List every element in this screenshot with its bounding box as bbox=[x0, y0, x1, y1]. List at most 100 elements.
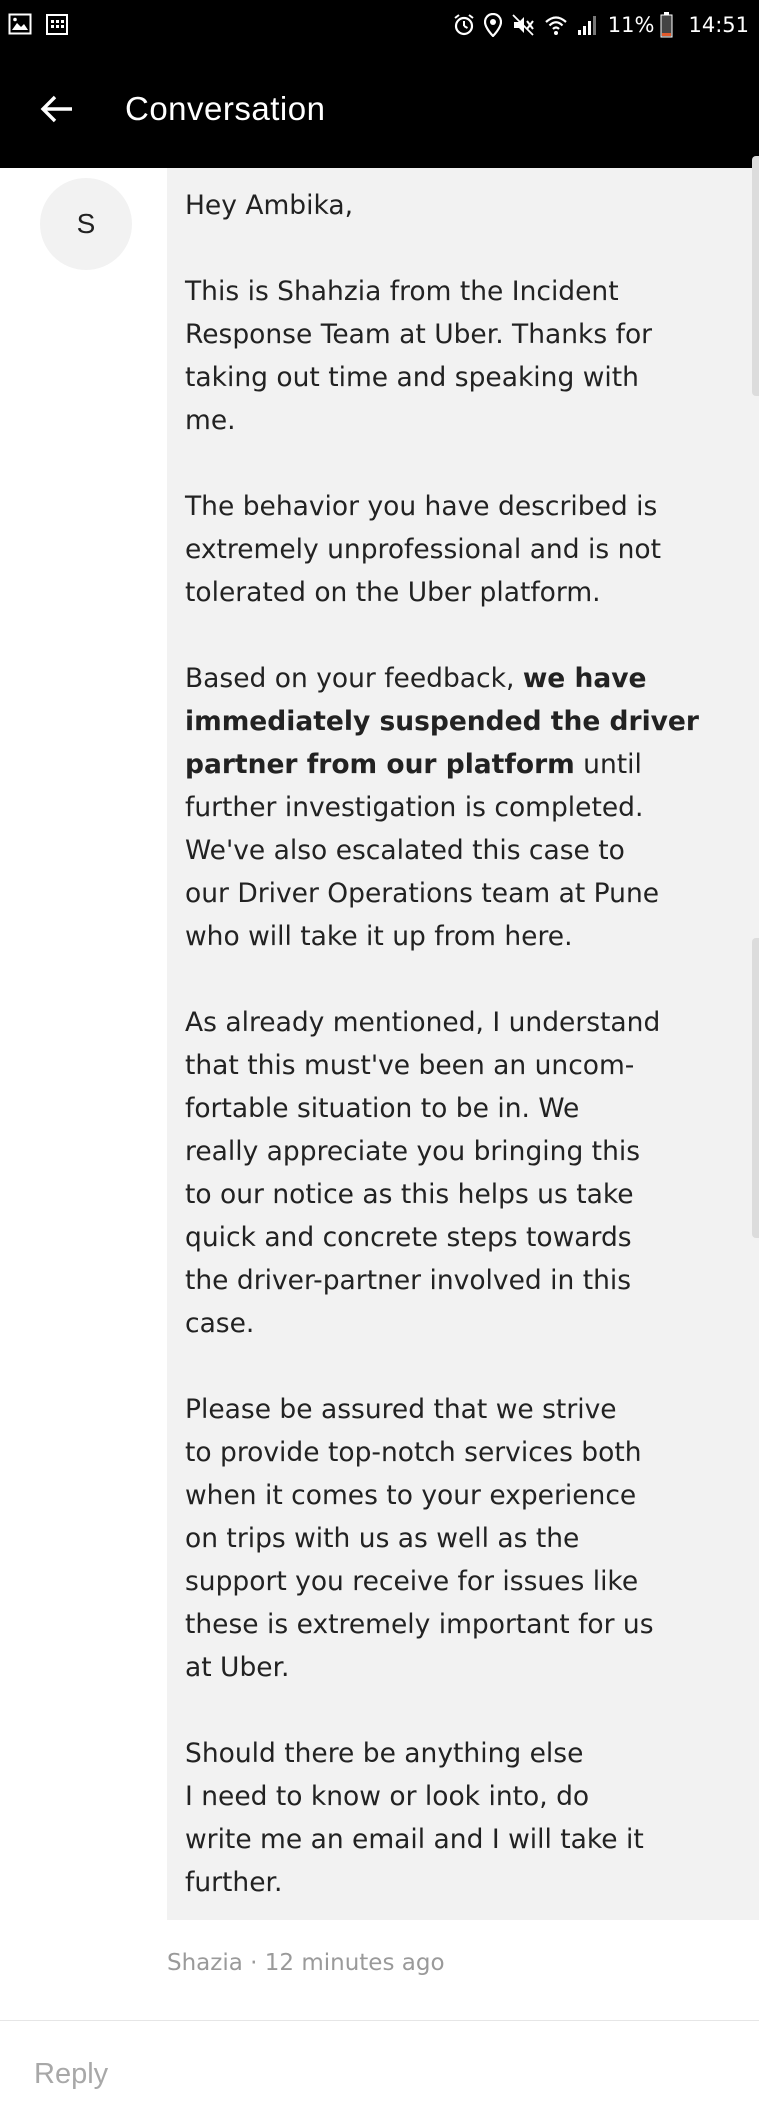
message-paragraph: Hey Ambika, bbox=[185, 184, 740, 227]
message-text: Should there be anything else bbox=[185, 1738, 584, 1769]
message-line: at Uber. bbox=[185, 1646, 740, 1689]
page-title: Conversation bbox=[125, 90, 326, 127]
status-bar: 11% 14:51 bbox=[0, 0, 759, 50]
message-text: Response Team at Uber. Thanks for bbox=[185, 319, 653, 350]
scrollbar-handle[interactable] bbox=[752, 156, 759, 396]
message-line: I need to know or look into, do bbox=[185, 1775, 740, 1818]
message-text: at Uber. bbox=[185, 1652, 290, 1683]
message-line: Response Team at Uber. Thanks for bbox=[185, 313, 740, 356]
alarm-icon bbox=[453, 13, 475, 37]
message-line: The behavior you have described is bbox=[185, 485, 740, 528]
status-bar-right: 11% 14:51 bbox=[453, 8, 749, 42]
message-text: This is Shahzia from the Incident bbox=[185, 276, 619, 307]
message-text: quick and concrete steps towards bbox=[185, 1222, 632, 1253]
message-line: quick and concrete steps towards bbox=[185, 1216, 740, 1259]
back-button[interactable] bbox=[32, 84, 82, 134]
message-line: really appreciate you bringing this bbox=[185, 1130, 740, 1173]
message-text: on trips with us as well as the bbox=[185, 1523, 580, 1554]
battery-icon bbox=[660, 12, 673, 38]
message-line: taking out time and speaking with bbox=[185, 356, 740, 399]
message-paragraph: Based on your feedback, we have immediate… bbox=[185, 657, 740, 958]
message-paragraph: This is Shahzia from the Incident Respons… bbox=[185, 270, 740, 442]
message-line: who will take it up from here. bbox=[185, 915, 740, 958]
message-text-bold: partner from our platform bbox=[185, 749, 575, 780]
message-line: Hey Ambika, bbox=[185, 184, 740, 227]
message-text: who will take it up from here. bbox=[185, 921, 573, 952]
message-line: tolerated on the Uber platform. bbox=[185, 571, 740, 614]
message-text: when it comes to your experience bbox=[185, 1480, 637, 1511]
message-line: write me an email and I will take it bbox=[185, 1818, 740, 1861]
message-text: that this must've been an uncom- bbox=[185, 1050, 635, 1081]
app-bar: Conversation bbox=[0, 50, 759, 168]
message-text: Based on your feedback, bbox=[185, 663, 523, 694]
wifi-icon bbox=[544, 13, 568, 37]
message-body: Hey Ambika, This is Shahzia from the Inci… bbox=[185, 184, 740, 1904]
reply-input[interactable] bbox=[32, 2047, 726, 2101]
message-line: partner from our platform until bbox=[185, 743, 740, 786]
message-line: our Driver Operations team at Pune bbox=[185, 872, 740, 915]
message-text: taking out time and speaking with bbox=[185, 362, 639, 393]
message-text: really appreciate you bringing this bbox=[185, 1136, 641, 1167]
message-line: case. bbox=[185, 1302, 740, 1345]
message-paragraph: As already mentioned, I understand that t… bbox=[185, 1001, 740, 1345]
signal-icon bbox=[577, 13, 599, 37]
message-text-bold: immediately suspended the driver bbox=[185, 706, 699, 737]
avatar-letter: S bbox=[76, 208, 96, 239]
message-text: to our notice as this helps us take bbox=[185, 1179, 634, 1210]
message-text: further investigation is completed. bbox=[185, 792, 644, 823]
message-text: case. bbox=[185, 1308, 255, 1339]
message-line: me. bbox=[185, 399, 740, 442]
status-bar-left bbox=[8, 12, 77, 38]
message-paragraph: Please be assured that we strive to provi… bbox=[185, 1388, 740, 1689]
message-paragraph: Should there be anything else I need to k… bbox=[185, 1732, 740, 1904]
message-line: Based on your feedback, we have bbox=[185, 657, 740, 700]
message-text: these is extremely important for us bbox=[185, 1609, 654, 1640]
message-text: the driver-partner involved in this bbox=[185, 1265, 632, 1296]
message-line: As already mentioned, I understand bbox=[185, 1001, 740, 1044]
message-line: these is extremely important for us bbox=[185, 1603, 740, 1646]
reply-bar bbox=[0, 2021, 759, 2124]
message-text: I need to know or look into, do bbox=[185, 1781, 590, 1812]
message-text: tolerated on the Uber platform. bbox=[185, 577, 601, 608]
battery-percent: 11% bbox=[607, 13, 655, 37]
message-text: me. bbox=[185, 405, 236, 436]
message-line: further. bbox=[185, 1861, 740, 1904]
mute-icon bbox=[511, 13, 535, 37]
message-line: further investigation is completed. bbox=[185, 786, 740, 829]
message-paragraph: The behavior you have described is extrem… bbox=[185, 485, 740, 614]
message-text: fortable situation to be in. We bbox=[185, 1093, 580, 1124]
message-line: the driver-partner involved in this bbox=[185, 1259, 740, 1302]
message-line: support you receive for issues like bbox=[185, 1560, 740, 1603]
message-text: Please be assured that we strive bbox=[185, 1394, 617, 1425]
conversation-thread[interactable]: S Hey Ambika, This is Shahzia from the In… bbox=[0, 156, 759, 2020]
message-line: This is Shahzia from the Incident bbox=[185, 270, 740, 313]
clock-time: 14:51 bbox=[688, 13, 749, 37]
message-text-bold: we have bbox=[522, 663, 647, 694]
message-line: We've also escalated this case to bbox=[185, 829, 740, 872]
avatar: S bbox=[40, 178, 132, 270]
message-text: extremely unprofessional and is not bbox=[185, 534, 661, 565]
message-text: further. bbox=[185, 1867, 283, 1898]
message-line: immediately suspended the driver bbox=[185, 700, 740, 743]
message-bubble: Hey Ambika, This is Shahzia from the Inci… bbox=[167, 168, 759, 1920]
message-text: to provide top-notch services both bbox=[185, 1437, 642, 1468]
message-text: support you receive for issues like bbox=[185, 1566, 639, 1597]
message-text: write me an email and I will take it bbox=[185, 1824, 644, 1855]
message-text: The behavior you have described is bbox=[185, 491, 658, 522]
message-line: to provide top-notch services both bbox=[185, 1431, 740, 1474]
message-line: that this must've been an uncom- bbox=[185, 1044, 740, 1087]
message-line: when it comes to your experience bbox=[185, 1474, 740, 1517]
message-line: Please be assured that we strive bbox=[185, 1388, 740, 1431]
scrollbar-handle[interactable] bbox=[752, 938, 759, 1238]
location-icon bbox=[483, 13, 502, 37]
message-line: extremely unprofessional and is not bbox=[185, 528, 740, 571]
message-text: until bbox=[574, 749, 642, 780]
image-icon bbox=[8, 12, 32, 40]
message-text: As already mentioned, I understand bbox=[185, 1007, 661, 1038]
message-text: We've also escalated this case to bbox=[185, 835, 625, 866]
message-line: fortable situation to be in. We bbox=[185, 1087, 740, 1130]
message-line: Should there be anything else bbox=[185, 1732, 740, 1775]
message-meta: Shazia · 12 minutes ago bbox=[167, 1950, 445, 1976]
message-line: on trips with us as well as the bbox=[185, 1517, 740, 1560]
message-text: our Driver Operations team at Pune bbox=[185, 878, 660, 909]
